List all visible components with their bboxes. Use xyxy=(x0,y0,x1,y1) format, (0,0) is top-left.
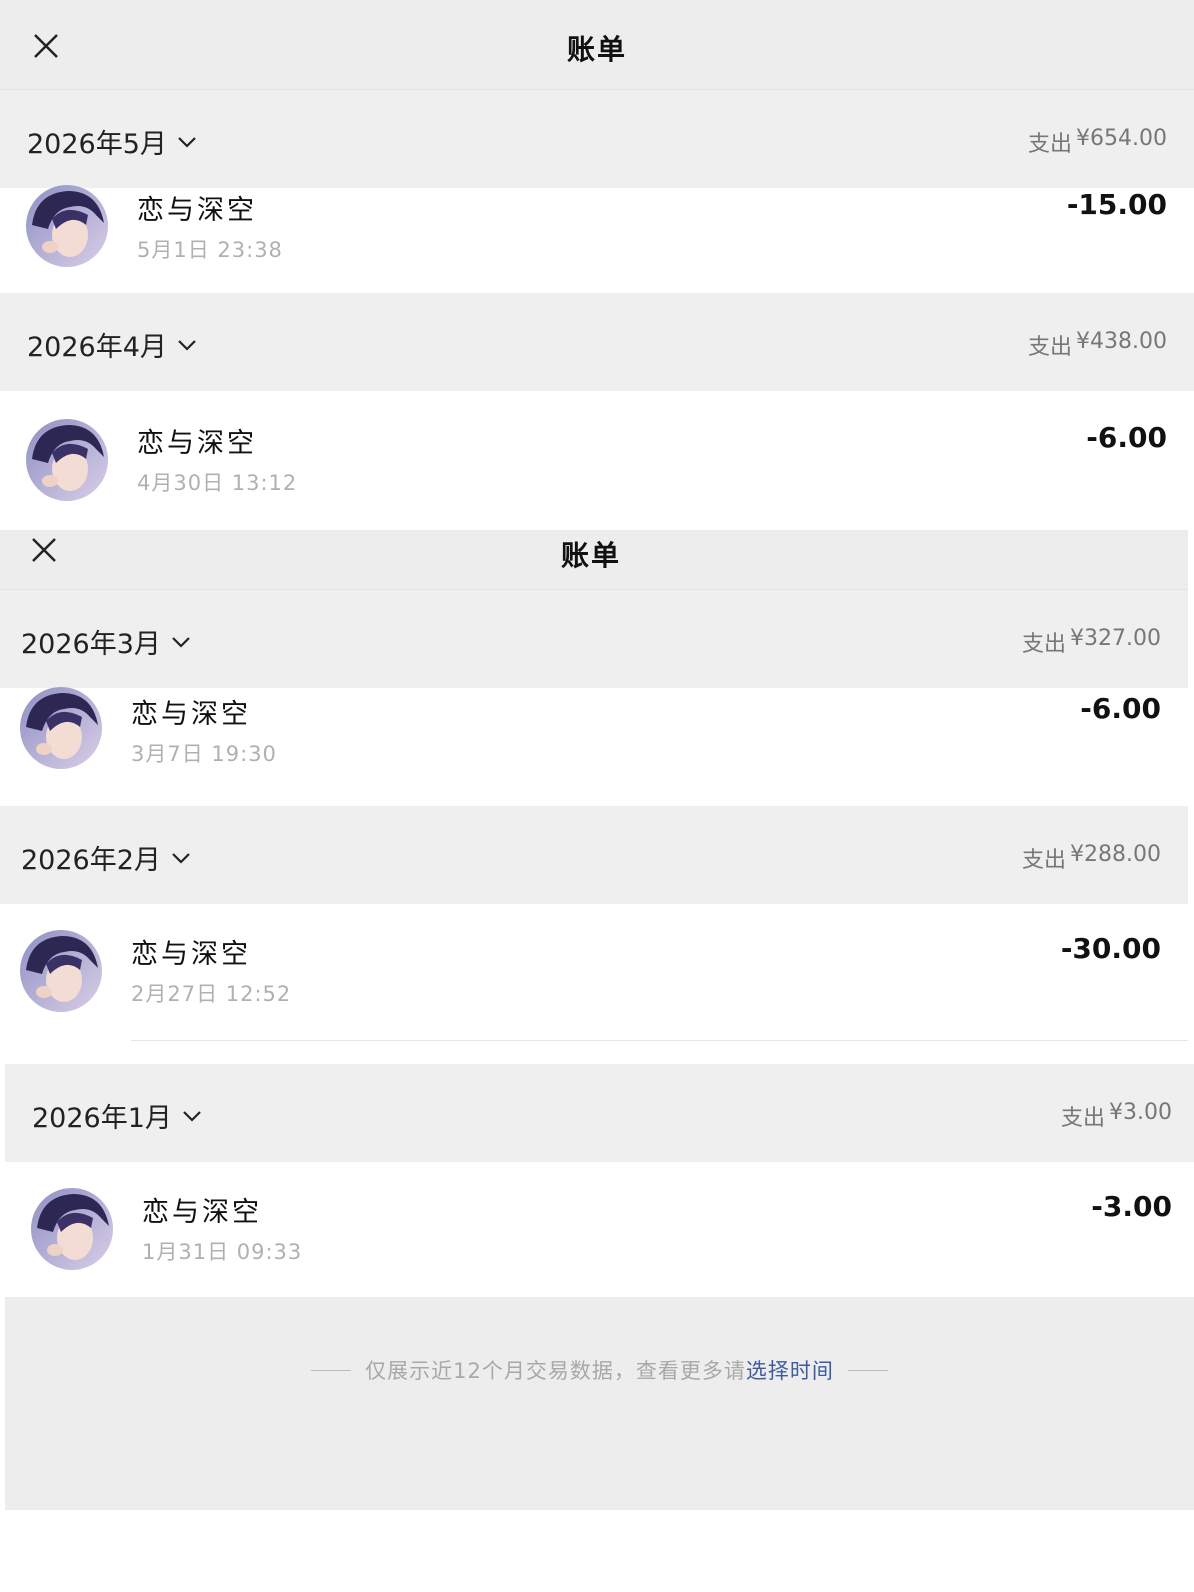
avatar xyxy=(20,687,102,769)
bill-panel-3: 2026年1月 支出 ¥3.00 恋与深空 1月31日 09:33 -3.00 xyxy=(5,1064,1194,1297)
transaction-amount: -15.00 xyxy=(1066,188,1167,221)
footer-notice: 仅展示近12个月交易数据，查看更多请 选择时间 xyxy=(5,1297,1194,1510)
transaction-amount: -30.00 xyxy=(1060,932,1161,965)
avatar xyxy=(31,1188,113,1270)
avatar-image xyxy=(31,1188,113,1270)
avatar xyxy=(26,419,108,501)
month-label: 2026年1月 xyxy=(32,1103,172,1134)
transaction-row[interactable]: 恋与深空 2月27日 12:52 -30.00 xyxy=(0,904,1188,1047)
transaction-time: 2月27日 12:52 xyxy=(131,982,292,1006)
bill-panel-2: 账单 2026年3月 支出 ¥327.00 恋与深空 3月7日 19:30 -6… xyxy=(0,530,1188,1047)
transaction-amount: -3.00 xyxy=(1091,1190,1172,1223)
select-time-link[interactable]: 选择时间 xyxy=(746,1355,834,1385)
avatar-image xyxy=(26,185,108,267)
divider-dash xyxy=(311,1369,352,1371)
month-spend: 支出 ¥3.00 xyxy=(1061,1100,1172,1132)
month-label: 2026年4月 xyxy=(27,332,167,363)
transaction-row[interactable]: 恋与深空 3月7日 19:30 -6.00 xyxy=(0,687,1188,793)
transaction-row[interactable]: 恋与深空 5月1日 23:38 -15.00 xyxy=(0,185,1194,293)
spend-amount: ¥3.00 xyxy=(1109,1100,1172,1125)
month-selector[interactable]: 2026年3月 xyxy=(21,622,191,661)
spend-label: 支出 xyxy=(1022,848,1067,873)
spend-amount: ¥288.00 xyxy=(1070,842,1161,867)
month-spend: 支出 ¥654.00 xyxy=(1028,126,1167,158)
history-notice: 仅展示近12个月交易数据，查看更多请 选择时间 xyxy=(5,1355,1194,1385)
chevron-down-icon xyxy=(178,136,196,148)
merchant-name: 恋与深空 xyxy=(142,1197,262,1228)
spend-amount: ¥654.00 xyxy=(1076,126,1167,151)
month-selector[interactable]: 2026年5月 xyxy=(27,122,197,161)
month-label: 2026年3月 xyxy=(21,629,161,660)
spend-label: 支出 xyxy=(1022,632,1067,657)
month-header-2026-01: 2026年1月 支出 ¥3.00 xyxy=(5,1064,1194,1162)
avatar xyxy=(20,930,102,1012)
avatar xyxy=(26,185,108,267)
month-selector[interactable]: 2026年4月 xyxy=(27,325,197,364)
chevron-down-icon xyxy=(172,852,190,864)
transaction-time: 1月31日 09:33 xyxy=(142,1240,303,1264)
spend-amount: ¥327.00 xyxy=(1070,626,1161,651)
avatar-image xyxy=(26,419,108,501)
avatar-image xyxy=(20,687,102,769)
merchant-name: 恋与深空 xyxy=(137,195,257,226)
divider-dash xyxy=(847,1369,888,1371)
transaction-time: 3月7日 19:30 xyxy=(131,742,277,766)
chevron-down-icon xyxy=(172,636,190,648)
page-title: 账单 xyxy=(566,33,627,66)
spend-label: 支出 xyxy=(1028,335,1073,360)
month-spend: 支出 ¥327.00 xyxy=(1022,626,1161,658)
transaction-amount: -6.00 xyxy=(1086,421,1167,454)
title-bar: 账单 xyxy=(0,530,1188,590)
notice-text: 仅展示近12个月交易数据，查看更多请 xyxy=(365,1359,746,1383)
bill-panel-1: 账单 2026年5月 支出 ¥654.00 恋与深空 5月1日 23:38 -1… xyxy=(0,0,1194,530)
transaction-amount: -6.00 xyxy=(1080,692,1161,725)
month-header-2026-02: 2026年2月 支出 ¥288.00 xyxy=(0,806,1188,904)
month-selector[interactable]: 2026年1月 xyxy=(32,1096,202,1135)
spend-amount: ¥438.00 xyxy=(1076,329,1167,354)
avatar-image xyxy=(20,930,102,1012)
transaction-row[interactable]: 恋与深空 1月31日 09:33 -3.00 xyxy=(5,1162,1194,1297)
page-title: 账单 xyxy=(560,539,621,572)
transaction-time: 5月1日 23:38 xyxy=(137,238,283,262)
month-header-2026-04: 2026年4月 支出 ¥438.00 xyxy=(0,293,1194,391)
merchant-name: 恋与深空 xyxy=(131,939,251,970)
spend-label: 支出 xyxy=(1028,132,1073,157)
transaction-row[interactable]: 恋与深空 4月30日 13:12 -6.00 xyxy=(0,391,1194,530)
month-spend: 支出 ¥438.00 xyxy=(1028,329,1167,361)
chevron-down-icon xyxy=(183,1110,201,1122)
month-spend: 支出 ¥288.00 xyxy=(1022,842,1161,874)
row-divider xyxy=(131,1040,1188,1041)
transaction-time: 4月30日 13:12 xyxy=(137,471,298,495)
month-label: 2026年2月 xyxy=(21,845,161,876)
title-bar: 账单 xyxy=(0,0,1194,90)
chevron-down-icon xyxy=(178,339,196,351)
merchant-name: 恋与深空 xyxy=(131,699,251,730)
month-selector[interactable]: 2026年2月 xyxy=(21,838,191,877)
month-label: 2026年5月 xyxy=(27,129,167,160)
merchant-name: 恋与深空 xyxy=(137,428,257,459)
month-header-2026-05: 2026年5月 支出 ¥654.00 xyxy=(0,90,1194,188)
month-header-2026-03: 2026年3月 支出 ¥327.00 xyxy=(0,590,1188,688)
spend-label: 支出 xyxy=(1061,1106,1106,1131)
